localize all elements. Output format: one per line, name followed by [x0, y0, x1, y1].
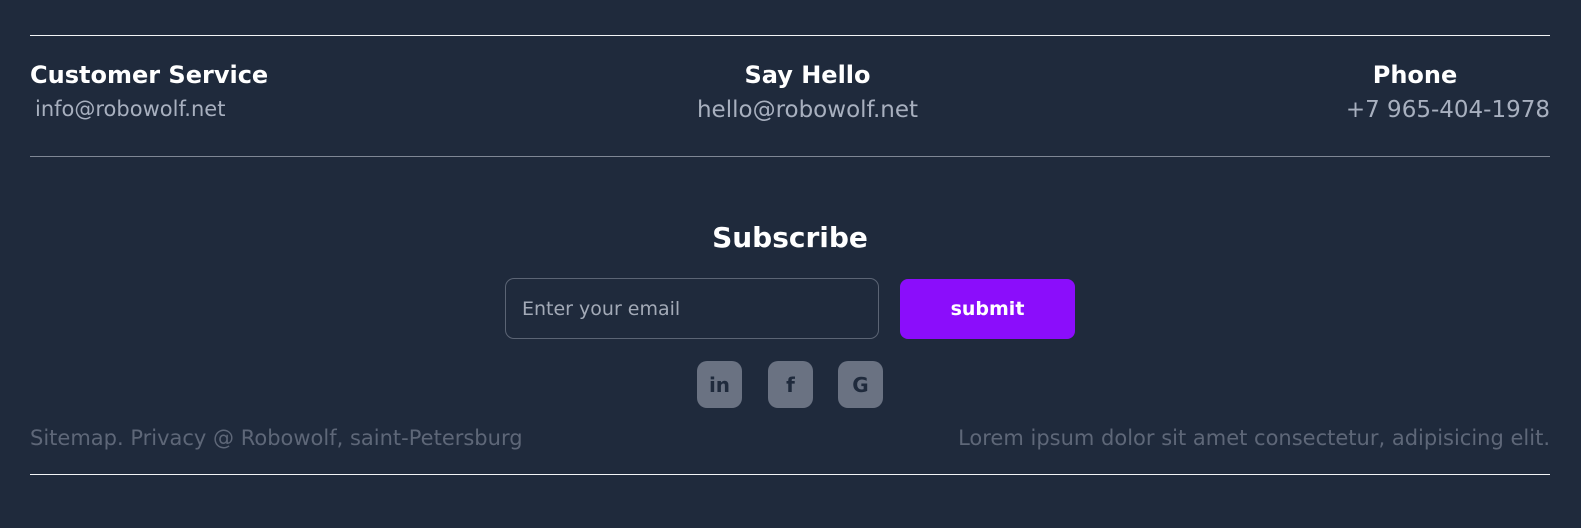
middle-divider — [30, 156, 1550, 157]
facebook-button[interactable]: f — [768, 361, 813, 408]
linkedin-icon: in — [708, 372, 731, 397]
footer-tagline-text: Lorem ipsum dolor sit amet consectetur, … — [958, 426, 1550, 450]
phone-title: Phone — [1372, 61, 1458, 89]
subscribe-title: Subscribe — [712, 221, 868, 254]
customer-service-email[interactable]: info@robowolf.net — [35, 94, 225, 124]
footer-section: Customer Service info@robowolf.net Say H… — [0, 0, 1581, 528]
footer-sitemap-text[interactable]: Sitemap. Privacy @ Robowolf, saint-Peter… — [30, 423, 523, 453]
top-divider — [30, 35, 1550, 36]
phone-number[interactable]: +7 965-404-1978 — [1346, 95, 1550, 125]
google-icon: G — [852, 372, 869, 397]
facebook-icon: f — [786, 372, 795, 397]
email-input[interactable] — [505, 278, 879, 339]
bottom-divider — [30, 474, 1550, 475]
say-hello-email[interactable]: hello@robowolf.net — [640, 95, 975, 125]
customer-service-title: Customer Service — [30, 61, 269, 89]
google-button[interactable]: G — [838, 361, 883, 408]
submit-button[interactable]: submit — [900, 279, 1075, 339]
linkedin-button[interactable]: in — [697, 361, 742, 408]
say-hello-title: Say Hello — [744, 61, 871, 89]
